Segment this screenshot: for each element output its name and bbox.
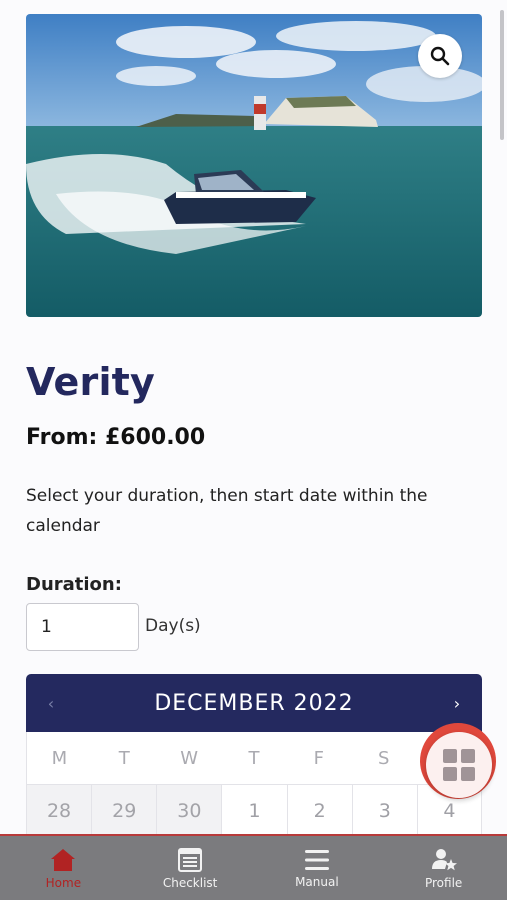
calendar-date[interactable]: 2 <box>286 785 352 834</box>
product-image[interactable] <box>26 14 482 317</box>
product-title: Verity <box>26 360 156 404</box>
search-icon <box>430 46 450 66</box>
prev-month-button[interactable]: ‹ <box>26 674 76 732</box>
calendar-week: 28 29 30 1 2 3 4 <box>26 784 482 834</box>
nav-home-label: Home <box>45 875 82 890</box>
weekday-label: T <box>118 747 130 769</box>
scrollbar-thumb[interactable] <box>500 10 504 140</box>
booking-instructions: Select your duration, then start date wi… <box>26 486 428 536</box>
weekday-label: M <box>51 747 68 769</box>
weekday-row: M T W T F S S <box>26 732 482 784</box>
bottom-navigation: Home Checklist Manual Profile <box>0 834 507 900</box>
nav-checklist-label: Checklist <box>162 875 218 890</box>
nav-profile-label: Profile <box>424 875 463 890</box>
quick-menu-button[interactable] <box>426 732 492 798</box>
profile-star-icon <box>431 848 457 870</box>
weekday-label: S <box>377 747 390 769</box>
weekday-label: T <box>248 747 260 769</box>
calendar-date: 29 <box>91 785 157 834</box>
booking-calendar: ‹ DECEMBER 2022 › M T W T F S S 28 29 30… <box>26 674 482 834</box>
calendar-header: ‹ DECEMBER 2022 › <box>26 674 482 732</box>
product-price: From: £600.00 <box>26 425 206 450</box>
nav-manual-label: Manual <box>295 874 339 889</box>
nav-profile[interactable]: Profile <box>380 836 507 900</box>
weekday-label: F <box>313 747 325 769</box>
nav-home[interactable]: Home <box>0 836 127 900</box>
zoom-button[interactable] <box>418 34 462 78</box>
checklist-icon <box>178 847 203 872</box>
nav-checklist[interactable]: Checklist <box>127 836 254 900</box>
home-icon <box>51 848 76 871</box>
nav-manual[interactable]: Manual <box>254 836 381 900</box>
boat-photo <box>26 14 482 317</box>
duration-label: Duration: <box>26 574 122 595</box>
calendar-date[interactable]: 3 <box>351 785 417 834</box>
calendar-date: 30 <box>156 785 222 834</box>
calendar-month: DECEMBER 2022 <box>154 690 354 716</box>
menu-icon <box>304 849 329 870</box>
grid-icon <box>443 749 475 781</box>
calendar-date[interactable]: 1 <box>221 785 286 834</box>
duration-input[interactable] <box>26 603 139 651</box>
weekday-label: W <box>180 747 199 769</box>
duration-unit: Day(s) <box>145 616 201 636</box>
calendar-date: 28 <box>26 785 92 834</box>
